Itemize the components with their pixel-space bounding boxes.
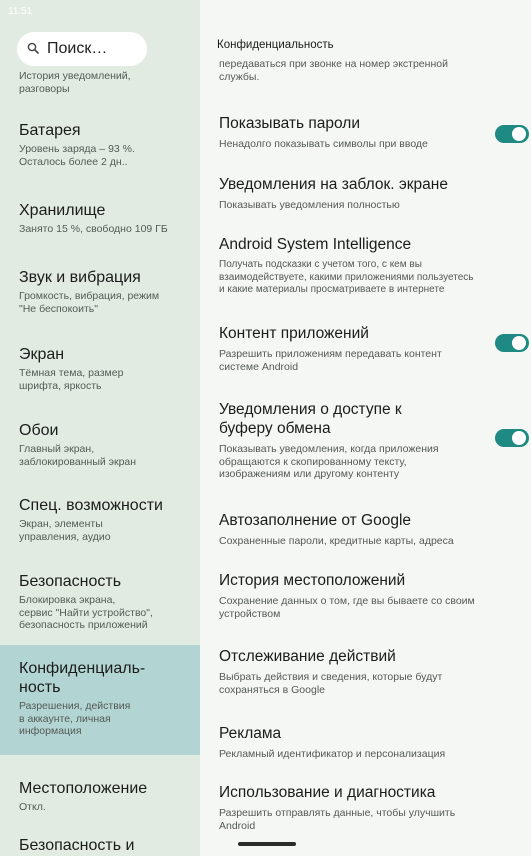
setting-title: Уведомления на заблок. экране (219, 176, 448, 193)
setting-lockscreen-notifications[interactable]: Уведомления на заблок. экране Показывать… (219, 175, 521, 212)
setting-title: Автозаполнение от Google (219, 512, 412, 529)
sidebar-item-subtitle: Тёмная тема, размер шрифта, яркость (19, 367, 124, 392)
clipboard-access-toggle[interactable] (495, 429, 529, 447)
sidebar-item-safety[interactable]: Безопасность и (0, 836, 200, 855)
sidebar-item-subtitle: История уведомлений, разговоры (19, 70, 131, 95)
partial-item-subtitle: передаваться при звонке на номер экстрен… (219, 58, 448, 83)
setting-subtitle: Выбрать действия и сведения, которые буд… (219, 671, 443, 696)
setting-title: Реклама (219, 725, 282, 742)
setting-subtitle: Разрешить отправлять данные, чтобы улучш… (219, 807, 456, 832)
setting-ads[interactable]: Реклама Рекламный идентификатор и персон… (219, 724, 521, 761)
setting-subtitle: Разрешить приложениям передавать контент… (219, 348, 442, 373)
sidebar-item-notifications[interactable]: История уведомлений, разговоры (0, 70, 200, 95)
toggle-knob (512, 431, 526, 445)
sidebar-item-title: Спец. возможности (19, 497, 163, 514)
setting-app-content[interactable]: Контент приложений Разрешить приложениям… (219, 324, 529, 373)
search-icon (27, 41, 39, 58)
setting-subtitle: Получать подсказки с учетом того, с кем … (219, 259, 474, 295)
app-content-toggle[interactable] (495, 334, 529, 352)
sidebar-item-title: Хранилище (19, 202, 106, 219)
sidebar: История уведомлений, разговоры Батарея У… (0, 0, 200, 856)
setting-title: Android System Intelligence (219, 236, 412, 253)
sidebar-item-subtitle: Экран, элементы управления, аудио (19, 518, 111, 543)
sidebar-item-subtitle: Откл. (19, 801, 46, 813)
setting-title: Показывать пароли (219, 115, 361, 132)
main-content: Конфиденциальность передаваться при звон… (200, 0, 531, 856)
setting-subtitle: Сохраненные пароли, кредитные карты, адр… (219, 535, 454, 547)
setting-show-passwords[interactable]: Показывать пароли Ненадолго показывать с… (219, 114, 529, 151)
setting-usage-diagnostics[interactable]: Использование и диагностика Разрешить от… (219, 783, 521, 832)
setting-subtitle: Ненадолго показывать символы при вводе (219, 138, 428, 150)
setting-subtitle: Показывать уведомления, когда приложения… (219, 443, 439, 480)
sidebar-item-display[interactable]: Экран Тёмная тема, размер шрифта, яркост… (0, 345, 200, 392)
sidebar-item-title: Обои (19, 422, 59, 439)
sidebar-item-subtitle: Блокировка экрана, сервис "Найти устройс… (19, 594, 153, 631)
show-passwords-toggle[interactable] (495, 125, 529, 143)
search-box[interactable] (17, 32, 147, 66)
sidebar-item-location[interactable]: Местоположение Откл. (0, 779, 200, 814)
setting-activity-controls[interactable]: Отслеживание действий Выбрать действия и… (219, 647, 521, 696)
sidebar-item-title: Безопасность и (19, 837, 135, 854)
sidebar-item-title: Местоположение (19, 780, 148, 797)
setting-title: Контент приложений (219, 325, 369, 342)
sidebar-item-title: Безопасность (19, 573, 122, 590)
sidebar-item-security[interactable]: Безопасность Блокировка экрана, сервис "… (0, 572, 200, 632)
setting-title: История местоположений (219, 572, 406, 589)
sidebar-item-subtitle: Главный экран, заблокированный экран (19, 443, 137, 468)
sidebar-item-subtitle: Разрешения, действия в аккаунте, личная … (19, 700, 131, 737)
search-input[interactable] (47, 40, 137, 58)
status-time: 11:51 (8, 6, 33, 17)
setting-clipboard-access[interactable]: Уведомления о доступе к буферу обмена По… (219, 400, 529, 481)
sidebar-item-battery[interactable]: Батарея Уровень заряда – 93 %. Осталось … (0, 121, 200, 168)
toggle-knob (512, 336, 526, 350)
toggle-knob (512, 127, 526, 141)
sidebar-item-accessibility[interactable]: Спец. возможности Экран, элементы управл… (0, 496, 200, 543)
setting-android-system-intelligence[interactable]: Android System Intelligence Получать под… (219, 235, 521, 297)
sidebar-item-title: Батарея (19, 122, 81, 139)
setting-title: Уведомления о доступе к буферу обмена (219, 401, 402, 437)
sidebar-item-sound[interactable]: Звук и вибрация Громкость, вибрация, реж… (0, 268, 200, 315)
sidebar-item-title: Звук и вибрация (19, 269, 141, 286)
setting-google-autofill[interactable]: Автозаполнение от Google Сохраненные пар… (219, 511, 521, 548)
sidebar-item-privacy[interactable]: Конфиденциаль- ность Разрешения, действи… (0, 645, 200, 755)
setting-location-history[interactable]: История местоположений Сохранение данных… (219, 571, 521, 620)
setting-title: Отслеживание действий (219, 648, 396, 665)
setting-title: Использование и диагностика (219, 784, 436, 801)
setting-subtitle: Сохранение данных о том, где вы бываете … (219, 595, 475, 620)
sidebar-item-title: Конфиденциаль- ность (19, 660, 146, 696)
sidebar-item-subtitle: Громкость, вибрация, режим "Не беспокоит… (19, 290, 160, 315)
setting-subtitle: Рекламный идентификатор и персонализация (219, 748, 446, 760)
setting-subtitle: Показывать уведомления полностью (219, 199, 400, 211)
sidebar-item-subtitle: Занято 15 %, свободно 109 ГБ (19, 223, 168, 235)
sidebar-item-subtitle: Уровень заряда – 93 %. Осталось более 2 … (19, 143, 135, 168)
navigation-handle[interactable] (238, 842, 296, 846)
partial-item: передаваться при звонке на номер экстрен… (219, 58, 521, 83)
sidebar-item-wallpaper[interactable]: Обои Главный экран, заблокированный экра… (0, 421, 200, 468)
sidebar-item-storage[interactable]: Хранилище Занято 15 %, свободно 109 ГБ (0, 201, 200, 236)
sidebar-item-title: Экран (19, 346, 65, 363)
page-title: Конфиденциальность (217, 39, 334, 51)
